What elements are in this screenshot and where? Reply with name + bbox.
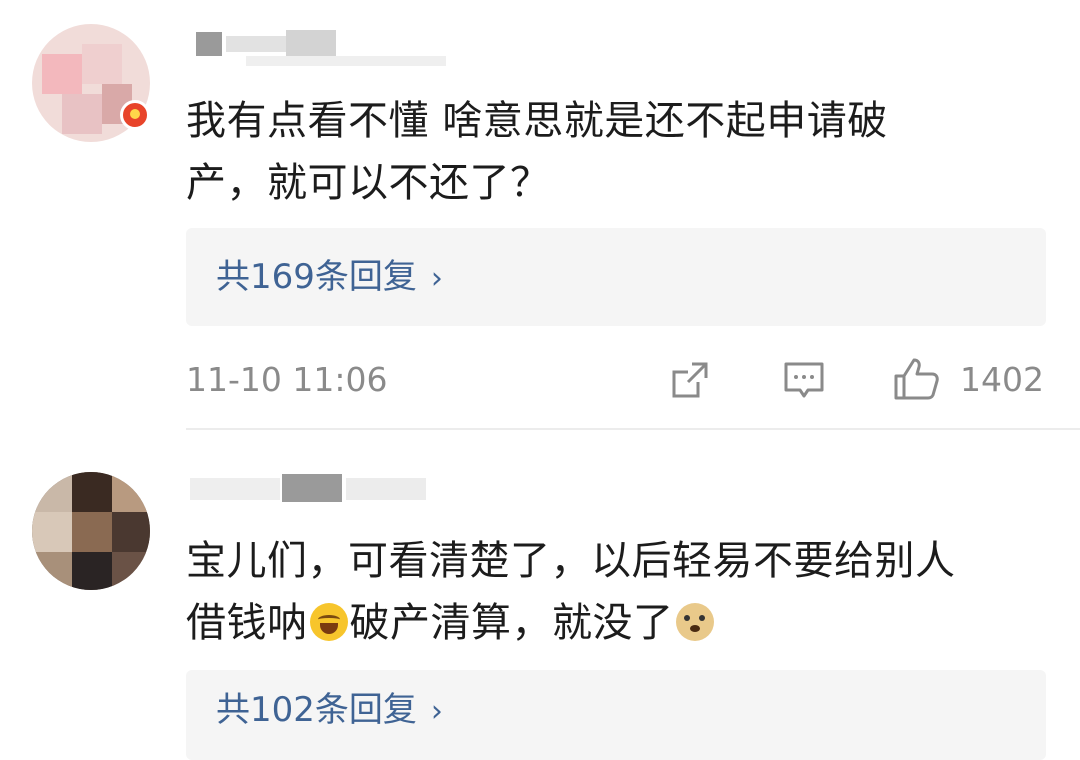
- replies-label: 共102条回复: [216, 690, 417, 730]
- comment-item: 宝儿们，可看清楚了，以后轻易不要给别人 借钱呐 破产清算，就没了 共102条回复 ›: [0, 430, 1080, 760]
- comment-text-fragment: 借钱呐: [186, 600, 308, 646]
- laugh-cry-emoji-icon: [309, 603, 348, 641]
- vip-badge-icon: [120, 100, 150, 130]
- username-blurred[interactable]: [186, 28, 446, 68]
- chevron-right-icon: ›: [430, 694, 443, 729]
- comment-icon[interactable]: [782, 358, 826, 406]
- comment-text-line: 产，就可以不还了？: [186, 160, 551, 206]
- username-blurred[interactable]: [186, 468, 426, 508]
- share-icon[interactable]: [668, 358, 712, 406]
- thumbs-up-icon[interactable]: [892, 354, 942, 408]
- comment-text: 宝儿们，可看清楚了，以后轻易不要给别人 借钱呐 破产清算，就没了: [186, 530, 1056, 654]
- view-replies-button[interactable]: 共169条回复 ›: [186, 228, 1046, 326]
- comment-text-line: 宝儿们，可看清楚了，以后轻易不要给别人: [186, 538, 956, 584]
- replies-label: 共169条回复: [216, 257, 417, 297]
- chevron-right-icon: ›: [430, 261, 443, 296]
- comment-text: 我有点看不懂 啥意思就是还不起申请破 产，就可以不还了？: [186, 90, 1056, 214]
- comment-meta-bar: 11-10 11:06 1402: [0, 352, 1080, 412]
- doge-emoji-icon: [675, 603, 714, 641]
- like-count: 1402: [960, 360, 1044, 399]
- comment-text-fragment: 破产清算，就没了: [349, 600, 674, 646]
- comment-time: 11-10 11:06: [186, 360, 388, 399]
- comment-text-line: 我有点看不懂 啥意思就是还不起申请破: [186, 98, 888, 144]
- comment-item: 我有点看不懂 啥意思就是还不起申请破 产，就可以不还了？ 共169条回复 › 11…: [0, 0, 1080, 430]
- avatar[interactable]: [32, 472, 150, 590]
- comment-text-line: 借钱呐 破产清算，就没了: [186, 592, 1056, 654]
- view-replies-button[interactable]: 共102条回复 ›: [186, 670, 1046, 760]
